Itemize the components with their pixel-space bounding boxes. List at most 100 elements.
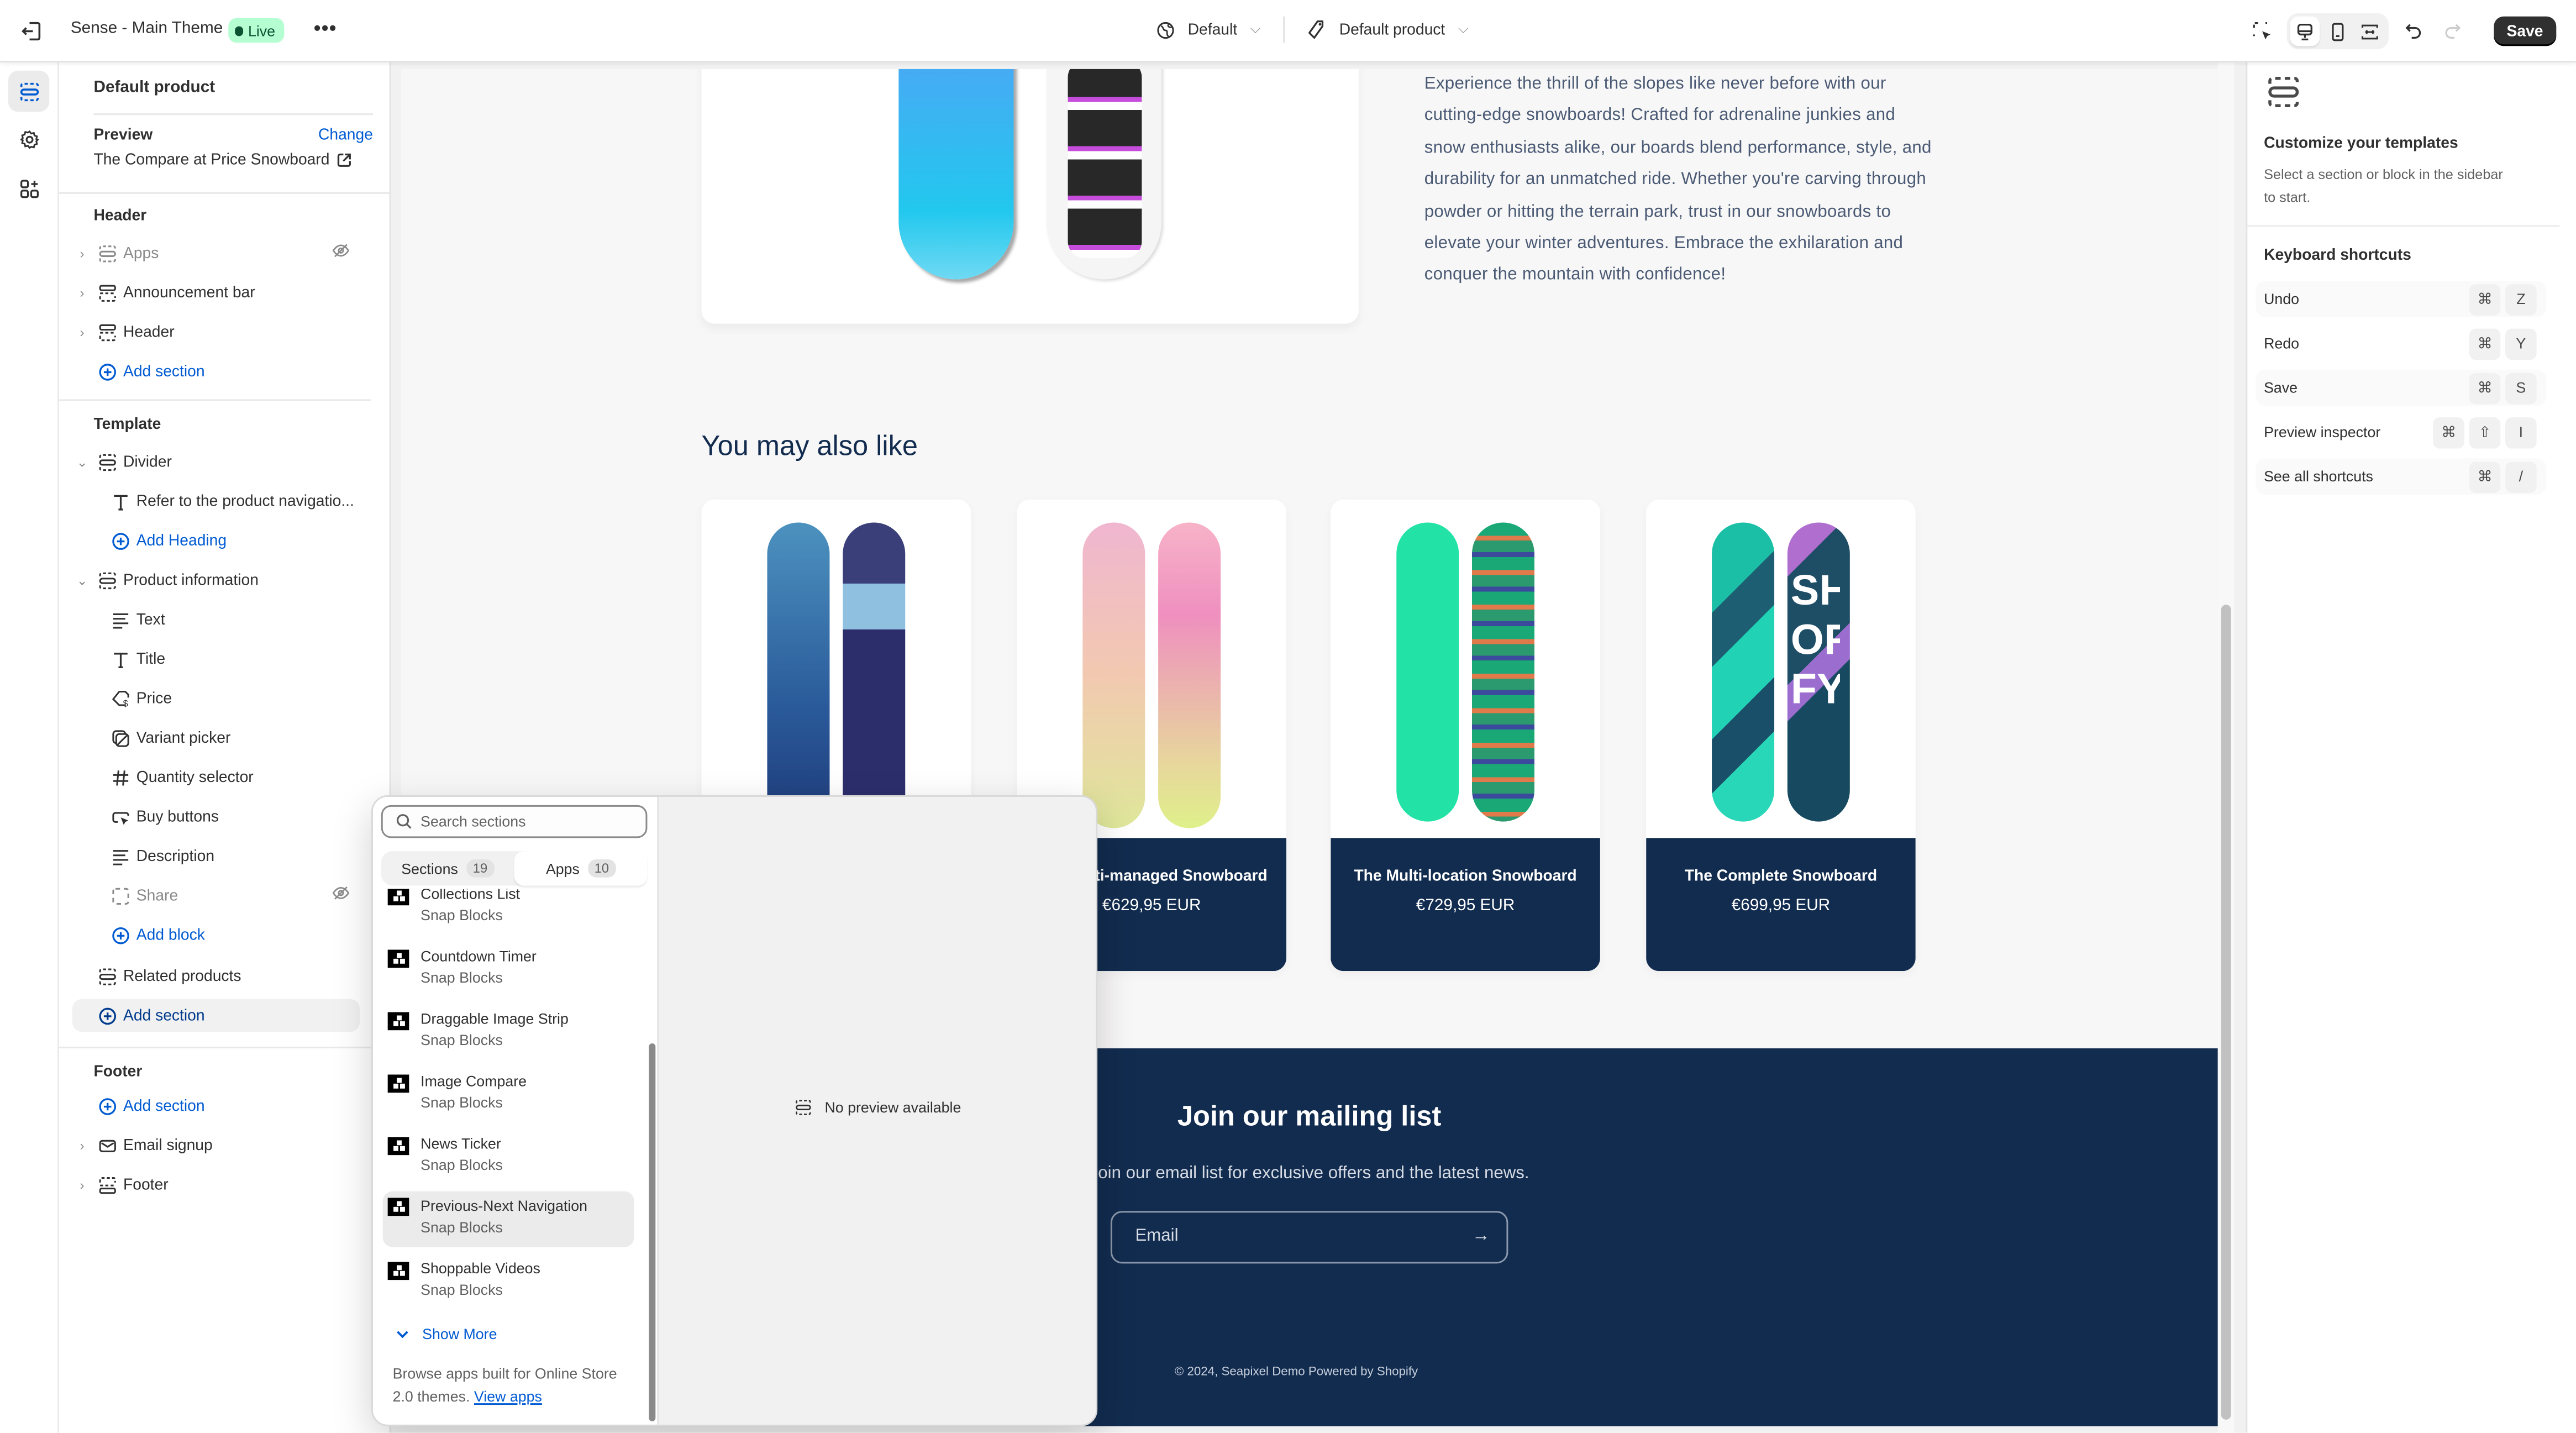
block-variant-picker[interactable]: Variant picker [72,721,360,754]
save-button[interactable]: Save [2493,16,2557,46]
add-section-template[interactable]: Add section [72,999,360,1032]
list-item[interactable]: Shoppable Videos Snap Blocks [383,1257,634,1313]
undo-button[interactable] [2398,17,2428,46]
search-sections-input[interactable]: Search sections [381,805,648,838]
section-label: Email signup [123,1136,213,1154]
search-icon [396,813,413,830]
view-apps-link[interactable]: View apps [474,1388,542,1404]
arrow-right-icon[interactable]: → [1472,1226,1490,1246]
block-description[interactable]: Description [72,839,360,872]
list-scrollbar[interactable] [649,1043,656,1421]
product-name: The Multi-location Snowboard [1354,867,1577,886]
shortcut-row: Save ⌘ S [2256,369,2547,406]
rail-apps-button[interactable] [8,167,49,208]
settings-panel: Customize your templates Select a sectio… [2246,62,2576,1433]
tab-sections[interactable]: Sections 19 [381,851,514,885]
more-actions-button[interactable]: ••• [314,17,337,40]
show-more-button[interactable]: Show More [396,1326,497,1342]
command-key-icon: ⌘ [2433,416,2464,448]
share-frame-icon [108,884,132,907]
template-title: Default product [93,78,215,97]
add-section-header[interactable]: Add section [72,355,360,387]
snap-blocks-app-icon [387,949,409,968]
item-name: Previous-Next Navigation [420,1198,588,1215]
desktop-view-button[interactable] [2290,16,2320,46]
chevron-right-icon[interactable]: › [72,1138,92,1153]
list-item[interactable]: Draggable Image Strip Snap Blocks [383,1007,634,1063]
mobile-view-button[interactable] [2323,17,2353,46]
header-group-title: Header [93,207,147,225]
tab-apps[interactable]: Apps 10 [514,851,648,886]
section-related-products[interactable]: Related products [72,959,360,992]
hash-icon [108,766,132,789]
globe-icon [1156,20,1175,39]
list-item[interactable]: Countdown Timer Snap Blocks [383,945,634,1001]
block-text[interactable]: Text [72,603,360,636]
chevron-right-icon[interactable]: › [72,1177,92,1192]
block-buy-buttons[interactable]: Buy buttons [72,800,360,833]
inspector-icon[interactable] [2247,17,2277,46]
add-section-footer[interactable]: Add section [72,1089,360,1122]
list-item-hovered[interactable]: Previous-Next Navigation Snap Blocks [382,1191,634,1247]
section-email-signup[interactable]: › Email signup [72,1129,360,1162]
chevron-down-icon: ⌵ [1250,21,1261,36]
chevron-right-icon[interactable]: › [72,245,92,260]
block-share[interactable]: Share [72,879,360,912]
exit-icon[interactable] [20,20,43,43]
chevron-down-icon[interactable]: ⌄ [72,573,92,587]
theme-editor: Sense - Main Theme Live ••• Default ⌵ De… [0,0,2576,1433]
heading-icon [108,490,132,513]
chevron-down-icon[interactable]: ⌄ [72,454,92,469]
email-field[interactable]: Email → [1110,1211,1508,1264]
full-width-view-button[interactable] [2356,17,2385,46]
rail-settings-button[interactable] [8,118,49,159]
section-header[interactable]: › Header [72,316,360,348]
text-icon [108,844,132,868]
section-product-information[interactable]: ⌄ Product information [72,564,360,596]
preview-scrollbar[interactable] [2217,62,2235,1433]
rail-sections-button[interactable] [8,70,50,112]
section-footer[interactable]: › Footer [72,1168,360,1201]
list-item[interactable]: News Ticker Snap Blocks [383,1132,634,1188]
block-heading[interactable]: Refer to the product navigatio... [72,485,360,517]
item-name: Shoppable Videos [420,1260,540,1277]
add-block-button[interactable]: Add block [72,918,360,951]
shortcut-row[interactable]: See all shortcuts ⌘ / [2256,458,2547,495]
shortcut-label: Redo [2264,335,2300,352]
copyright-text: © 2024, Seapixel Demo Powered by Shopify [1174,1363,1418,1379]
template-selector[interactable]: Default product ⌵ [1295,20,1481,40]
block-price[interactable]: $ Price [72,682,360,715]
section-apps[interactable]: › Apps [72,237,360,269]
block-quantity-selector[interactable]: Quantity selector [72,761,360,794]
list-item[interactable]: Collections List Snap Blocks [383,889,634,938]
list-item[interactable]: Image Compare Snap Blocks [383,1070,634,1126]
template-selector-label: Default product [1339,20,1445,39]
tab-count: 19 [466,859,495,878]
add-section-popover: Search sections Sections 19 Apps 10 Coll… [371,795,1098,1426]
section-label: Divider [123,453,172,471]
section-divider[interactable]: ⌄ Divider [72,445,360,478]
change-preview-link[interactable]: Change [318,127,373,145]
block-title[interactable]: Title [72,643,360,675]
preview-product[interactable]: The Compare at Price Snowboard [93,151,351,169]
section-label: Apps [123,244,159,263]
live-badge-label: Live [248,22,276,39]
app-sections-list: Collections List Snap Blocks Countdown T… [373,889,646,1425]
item-app: Snap Blocks [420,1157,503,1173]
chevron-right-icon[interactable]: › [72,324,92,339]
redo-button[interactable] [2438,17,2468,46]
product-card[interactable]: The Multi-location Snowboard €729,95 EUR [1331,499,1600,972]
template-group-title: Template [93,416,161,434]
eye-hidden-icon[interactable] [332,242,350,260]
chevron-right-icon[interactable]: › [72,285,92,300]
scrollbar-thumb[interactable] [2221,605,2231,1420]
eye-hidden-icon[interactable] [332,884,350,902]
add-heading-button[interactable]: Add Heading [72,524,360,557]
apps-icon [19,179,39,198]
product-image [895,69,1174,291]
email-placeholder: Email [1135,1226,1179,1246]
shortcut-label: Save [2264,379,2298,396]
product-card[interactable]: SHOFFY The Complete Snowboard €699,95 EU… [1646,499,1916,972]
market-selector[interactable]: Default ⌵ [1143,20,1273,39]
section-announcement-bar[interactable]: › Announcement bar [72,276,360,308]
